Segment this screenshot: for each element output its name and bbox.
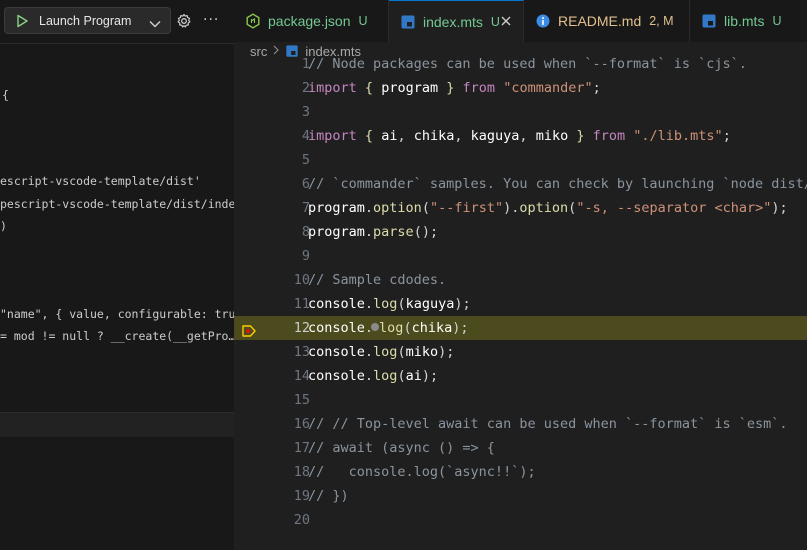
node-icon [245,13,261,29]
code-text: // `commander` samples. You can check by… [308,176,807,192]
line-number: 12 [293,320,310,336]
code-text: // // Top-level await can be used when `… [308,416,788,432]
close-icon[interactable] [499,14,513,31]
line-number: 3 [301,104,310,120]
code-line[interactable]: 11 console.log(kaguya); [234,292,807,316]
code-line[interactable]: 19 // }) [234,484,807,508]
console-line: escript-vscode-template/dist' [0,174,201,188]
typescript-icon [701,13,717,29]
code-text: console.log(miko); [308,344,455,360]
code-editor: package.json U index.mts U README.md 2, … [234,0,807,550]
line-number: 7 [301,200,310,216]
launch-config-select[interactable]: Launch Program [4,7,171,34]
typescript-icon [400,14,416,30]
info-icon [535,13,551,29]
code-line[interactable]: 5 [234,148,807,172]
code-line[interactable]: 10 // Sample cdodes. [234,268,807,292]
code-text: // console.log(`async!!`); [308,464,536,480]
line-number: 9 [301,248,310,264]
code-text: console.log(ai); [308,368,439,384]
console-line: ) [0,219,7,233]
line-number: 4 [301,128,310,144]
code-text: // Node packages can be used when `--for… [308,56,747,72]
line-number: 17 [293,440,310,456]
line-number: 14 [293,368,310,384]
debug-toolbar: Launch Program ··· [0,0,234,44]
tab-readme-md[interactable]: README.md 2, M [524,0,690,42]
code-line[interactable]: 15 [234,388,807,412]
code-line[interactable]: 1 // Node packages can be used when `--f… [234,52,807,76]
line-number: 5 [301,152,310,168]
tab-label: README.md [558,13,642,29]
line-number: 6 [301,176,310,192]
debug-console-input[interactable] [0,413,234,437]
code-line[interactable]: 4 import { ai, chika, kaguya, miko } fro… [234,124,807,148]
tab-label: index.mts [423,13,483,30]
console-line: = mod != null ? __create(__getPro… [0,329,234,343]
line-number: 19 [293,488,310,504]
tab-badge: 2, M [649,14,674,28]
code-text: import { ai, chika, kaguya, miko } from … [308,128,731,144]
tab-badge: U [358,14,368,28]
console-line: { [2,88,9,102]
code-line[interactable]: 8 program.parse(); [234,220,807,244]
line-number: 16 [293,416,310,432]
code-text: // Sample cdodes. [308,272,447,288]
line-number: 15 [293,392,310,408]
launch-config-label: Launch Program [39,13,132,28]
code-text: // await (async () => { [308,440,495,456]
line-number: 20 [293,512,310,528]
gear-icon[interactable] [176,13,192,33]
code-line[interactable]: 6 // `commander` samples. You can check … [234,172,807,196]
editor-tab-bar: package.json U index.mts U README.md 2, … [234,0,807,42]
debug-panel: Launch Program ··· { escript-vscode-temp… [0,0,234,550]
console-line: "name", { value, configurable: tru… [0,307,234,321]
code-line[interactable]: 14 console.log(ai); [234,364,807,388]
tab-label: lib.mts [724,13,765,29]
line-number: 13 [293,344,310,360]
code-line[interactable]: 3 [234,100,807,124]
line-number: 11 [293,296,310,312]
code-line[interactable]: 2 import { program } from "commander"; [234,76,807,100]
code-line[interactable]: 18 // console.log(`async!!`); [234,460,807,484]
tab-label: package.json [268,13,351,29]
code-line[interactable]: 16 // // Top-level await can be used whe… [234,412,807,436]
code-text: console.log(kaguya); [308,296,471,312]
chevron-down-icon[interactable] [148,15,162,34]
line-number: 18 [293,464,310,480]
line-number: 10 [293,272,310,288]
code-line[interactable]: 13 console.log(miko); [234,340,807,364]
code-text: program.option("--first").option("-s, --… [308,200,788,216]
code-line[interactable]: 17 // await (async () => { [234,436,807,460]
tab-index-mts[interactable]: index.mts U [389,0,524,42]
line-number: 2 [301,80,310,96]
inline-breakpoint-icon[interactable] [371,323,380,331]
code-line[interactable]: 20 [234,508,807,532]
tab-lib-mts[interactable]: lib.mts U [690,0,807,42]
code-text: // }) [308,488,349,504]
play-icon[interactable] [15,14,29,28]
code-text: import { program } from "commander"; [308,80,601,96]
more-actions-icon[interactable]: ··· [203,12,219,28]
line-number: 1 [301,56,310,72]
tab-package-json[interactable]: package.json U [234,0,389,42]
code-line[interactable]: 9 [234,244,807,268]
code-line[interactable]: 7 program.option("--first").option("-s, … [234,196,807,220]
line-number: 8 [301,224,310,240]
code-text: program.parse(); [308,224,439,240]
tab-badge: U [772,14,782,28]
code-text: console. log(chika); [308,320,469,336]
code-line-current[interactable]: 12 console. log(chika); [234,316,807,340]
console-line: pescript-vscode-template/dist/index… [0,197,234,211]
